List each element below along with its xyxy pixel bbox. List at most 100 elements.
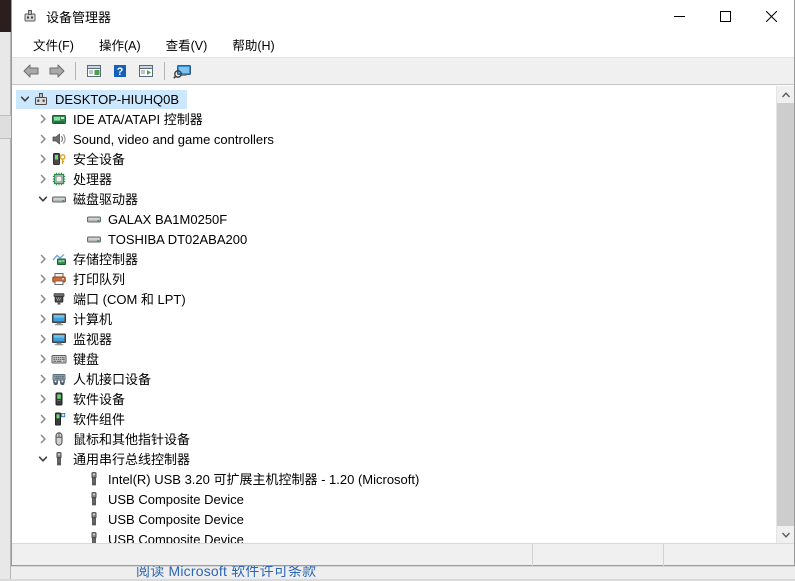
tree-node-hit-area[interactable]: TOSHIBA DT02ABA200 (69, 230, 255, 249)
tree-node[interactable]: 安全设备 (12, 149, 776, 169)
tree-node-label: 存储控制器 (73, 251, 139, 267)
speaker-icon (51, 131, 67, 147)
menu-action[interactable]: 操作(A) (90, 33, 150, 57)
port-icon (51, 291, 67, 307)
tree-node[interactable]: 计算机 (12, 309, 776, 329)
scrollbar-thumb[interactable] (777, 103, 794, 526)
computer-root-icon (33, 91, 49, 107)
tree-node[interactable]: USB Composite Device (12, 529, 776, 543)
tree-node[interactable]: Intel(R) USB 3.20 可扩展主机控制器 - 1.20 (Micro… (12, 469, 776, 489)
tree-node[interactable]: 软件组件 (12, 409, 776, 429)
tree-node-label: 人机接口设备 (73, 371, 152, 387)
status-panel-2 (663, 543, 794, 566)
tree-node[interactable]: 监视器 (12, 329, 776, 349)
storage-controller-icon (51, 251, 67, 267)
tree-node-hit-area[interactable]: IDE ATA/ATAPI 控制器 (34, 110, 211, 129)
chevron-right-icon[interactable] (34, 130, 51, 149)
tree-node[interactable]: 处理器 (12, 169, 776, 189)
update-driver-icon[interactable] (133, 59, 159, 83)
tree-node[interactable]: GALAX BA1M0250F (12, 209, 776, 229)
chevron-right-icon[interactable] (34, 310, 51, 329)
chevron-right-icon[interactable] (34, 290, 51, 309)
chevron-right-icon[interactable] (34, 370, 51, 389)
tree-node[interactable]: USB Composite Device (12, 509, 776, 529)
tree-node-label: 安全设备 (73, 151, 126, 167)
tree-node-hit-area[interactable]: 处理器 (34, 170, 120, 189)
tree-node[interactable]: 通用串行总线控制器 (12, 449, 776, 469)
tree-node[interactable]: USB Composite Device (12, 489, 776, 509)
tree-node[interactable]: 打印队列 (12, 269, 776, 289)
chevron-right-icon[interactable] (34, 270, 51, 289)
chevron-right-icon[interactable] (34, 330, 51, 349)
status-panel-1 (532, 543, 663, 566)
chevron-right-icon[interactable] (34, 170, 51, 189)
tree-node-hit-area[interactable]: 键盘 (34, 350, 107, 369)
maximize-button[interactable] (702, 0, 748, 32)
tree-node-hit-area[interactable]: Intel(R) USB 3.20 可扩展主机控制器 - 1.20 (Micro… (69, 470, 427, 489)
tree-node-hit-area[interactable]: 软件设备 (34, 390, 133, 409)
tree-node-hit-area[interactable]: Sound, video and game controllers (34, 130, 282, 149)
chevron-right-icon[interactable] (34, 250, 51, 269)
monitor-icon (51, 311, 67, 327)
tree-node-hit-area[interactable]: 存储控制器 (34, 250, 146, 269)
forward-arrow-icon[interactable] (44, 59, 70, 83)
device-manager-icon (22, 8, 38, 24)
chevron-right-icon[interactable] (34, 150, 51, 169)
tree-node-hit-area[interactable]: 人机接口设备 (34, 370, 159, 389)
chevron-right-icon[interactable] (34, 430, 51, 449)
tree-node[interactable]: 端口 (COM 和 LPT) (12, 289, 776, 309)
minimize-button[interactable] (656, 0, 702, 32)
tree-node-hit-area[interactable]: 通用串行总线控制器 (34, 450, 198, 469)
scrollbar-track[interactable] (777, 103, 794, 526)
tree-node-hit-area[interactable]: 安全设备 (34, 150, 133, 169)
tree-node-label: DESKTOP-HIUHQ0B (55, 91, 180, 107)
tree-node-label: GALAX BA1M0250F (108, 211, 228, 227)
chevron-down-icon[interactable] (16, 90, 33, 109)
chevron-down-icon[interactable] (34, 450, 51, 469)
tree-node-hit-area[interactable]: 计算机 (34, 310, 120, 329)
tree-node[interactable]: 存储控制器 (12, 249, 776, 269)
tree-node-hit-area[interactable]: USB Composite Device (69, 510, 252, 529)
tree-node[interactable]: 鼠标和其他指针设备 (12, 429, 776, 449)
chevron-right-icon[interactable] (34, 110, 51, 129)
tree-node-hit-area[interactable]: DESKTOP-HIUHQ0B (16, 89, 188, 109)
menu-help[interactable]: 帮助(H) (223, 33, 283, 57)
window-titlebar[interactable]: 设备管理器 (12, 0, 794, 33)
close-button[interactable] (748, 0, 794, 32)
tree-node-hit-area[interactable]: USB Composite Device (69, 530, 252, 544)
device-tree[interactable]: DESKTOP-HIUHQ0B IDE ATA/ATAPI 控制器 Sound, v… (12, 86, 776, 543)
chevron-down-icon[interactable] (34, 190, 51, 209)
scroll-up-arrow-icon[interactable] (777, 86, 794, 103)
menu-file[interactable]: 文件(F) (24, 33, 83, 57)
tree-node[interactable]: 人机接口设备 (12, 369, 776, 389)
tree-node-hit-area[interactable]: 软件组件 (34, 410, 133, 429)
toolbar: ? (12, 57, 794, 85)
tree-node-hit-area[interactable]: 端口 (COM 和 LPT) (34, 290, 194, 309)
tree-node-hit-area[interactable]: 磁盘驱动器 (34, 190, 146, 209)
back-arrow-icon[interactable] (18, 59, 44, 83)
tree-node[interactable]: IDE ATA/ATAPI 控制器 (12, 109, 776, 129)
tree-node[interactable]: 磁盘驱动器 (12, 189, 776, 209)
tree-node-hit-area[interactable]: 监视器 (34, 330, 120, 349)
scan-hardware-icon[interactable] (170, 59, 196, 83)
chevron-right-icon[interactable] (34, 390, 51, 409)
menu-view[interactable]: 查看(V) (157, 33, 217, 57)
tree-node-hit-area[interactable]: 鼠标和其他指针设备 (34, 430, 198, 449)
tree-node[interactable]: Sound, video and game controllers (12, 129, 776, 149)
tree-node-hit-area[interactable]: USB Composite Device (69, 490, 252, 509)
tree-node[interactable]: 键盘 (12, 349, 776, 369)
tree-node-hit-area[interactable]: GALAX BA1M0250F (69, 210, 235, 229)
properties-icon[interactable] (81, 59, 107, 83)
scroll-down-arrow-icon[interactable] (777, 526, 794, 543)
tree-node[interactable]: 软件设备 (12, 389, 776, 409)
chevron-right-icon[interactable] (34, 350, 51, 369)
tree-node-hit-area[interactable]: 打印队列 (34, 270, 133, 289)
chevron-right-icon[interactable] (34, 410, 51, 429)
content-area: DESKTOP-HIUHQ0B IDE ATA/ATAPI 控制器 Sound, v… (12, 85, 794, 543)
vertical-scrollbar[interactable] (776, 86, 794, 543)
tree-root-node[interactable]: DESKTOP-HIUHQ0B (12, 89, 776, 109)
tree-node[interactable]: TOSHIBA DT02ABA200 (12, 229, 776, 249)
help-question-icon[interactable]: ? (107, 59, 133, 83)
